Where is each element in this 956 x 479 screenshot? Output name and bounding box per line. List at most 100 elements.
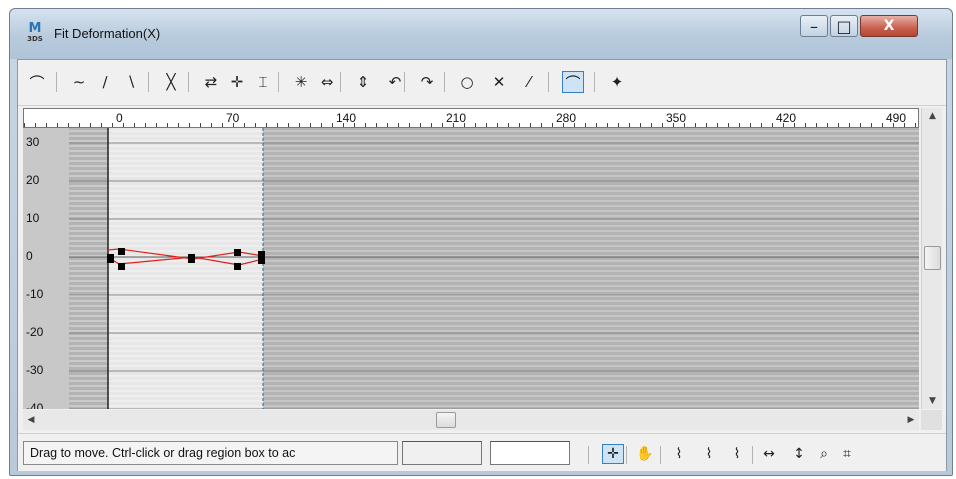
vertical-scrollbar[interactable]: ▲ ▼ — [921, 108, 942, 409]
horizontal-ruler: 0 70 140 210 280 350 420 490 — [23, 108, 919, 128]
ruler-tick — [255, 123, 256, 127]
zoom-vertical-extents-icon[interactable]: ⌇ — [726, 444, 748, 464]
generate-path-icon[interactable]: ⌒ — [562, 71, 584, 93]
maximize-button[interactable]: □ — [830, 15, 858, 37]
ruler-tick — [827, 123, 828, 127]
ruler-tick — [156, 123, 157, 127]
toolbar-separator — [148, 72, 149, 92]
ruler-tick — [112, 123, 113, 127]
ruler-tick — [629, 123, 630, 127]
horizontal-scrollbar[interactable]: ◀ ▶ — [23, 410, 919, 430]
ruler-tick — [35, 123, 36, 127]
scroll-corner — [921, 410, 942, 430]
ruler-tick — [101, 123, 102, 127]
mirror-horizontally-icon[interactable]: ⇔ — [316, 71, 338, 93]
client-area: ⌒ ∼ ∕ ∖ ╳ ⇄ ✛ ⌶ ✳ ⇔ ⇕ ↶ ↷ ○ ✕ ⁄ ⌒ ✦ 0 70 140 210 280 350 420 490… — [17, 59, 947, 471]
status-message: Drag to move. Ctrl-click or drag region … — [23, 441, 398, 465]
rotate-90-ccw-icon[interactable]: ↶ — [384, 71, 406, 93]
ruler-tick — [552, 123, 553, 127]
zoom-extents-icon[interactable]: ⌇ — [668, 444, 690, 464]
scroll-down-icon[interactable]: ▼ — [922, 393, 943, 409]
status-separator — [752, 446, 753, 464]
ruler-tick — [882, 123, 883, 127]
ruler-tick — [530, 123, 531, 127]
insert-bezier-point-icon[interactable]: ✳ — [290, 71, 312, 93]
ruler-tick — [409, 123, 410, 127]
scale-control-point-icon[interactable]: ⌶ — [252, 71, 274, 93]
make-symmetrical-icon[interactable]: ∼ — [68, 71, 90, 93]
ruler-tick — [849, 123, 850, 127]
ruler-tick — [838, 123, 839, 127]
ruler-label: 70 — [226, 111, 240, 125]
display-xy-axes-icon[interactable]: ╳ — [160, 71, 182, 93]
close-button[interactable]: X — [860, 15, 918, 37]
ruler-label: 350 — [666, 111, 687, 125]
graph-canvas[interactable] — [23, 128, 919, 409]
ruler-tick — [717, 123, 718, 127]
ruler-tick — [79, 123, 80, 127]
ruler-tick — [585, 123, 586, 127]
pan-hand-icon[interactable]: ✋ — [634, 444, 656, 464]
fit-deformation-window: M 3DS Fit Deformation(X) – □ X ⌒ ∼ ∕ ∖ ╳ ⇄ ✛ ⌶ ✳… — [9, 8, 953, 476]
minimize-icon: – — [810, 16, 818, 36]
display-y-axis-icon[interactable]: ∖ — [120, 71, 142, 93]
point-value-field-1[interactable] — [402, 441, 482, 465]
delete-control-point-icon[interactable]: ○ — [456, 71, 478, 93]
deformation-toolbar: ⌒ ∼ ∕ ∖ ╳ ⇄ ✛ ⌶ ✳ ⇔ ⇕ ↶ ↷ ○ ✕ ⁄ ⌒ ✦ — [18, 60, 946, 106]
mirror-vertically-icon[interactable]: ⇕ — [352, 71, 374, 93]
title-bar[interactable]: M 3DS Fit Deformation(X) – □ X — [10, 9, 952, 59]
scroll-up-icon[interactable]: ▲ — [922, 108, 943, 124]
ruler-tick — [332, 123, 333, 127]
status-separator — [626, 446, 627, 464]
toolbar-separator — [548, 72, 549, 92]
ruler-tick — [244, 123, 245, 127]
swap-deform-curves-icon[interactable]: ⇄ — [200, 71, 222, 93]
horizontal-scroll-thumb[interactable] — [436, 412, 456, 428]
ruler-tick — [123, 123, 124, 127]
ruler-tick — [288, 123, 289, 127]
ruler-tick — [167, 123, 168, 127]
rotate-90-cw-icon[interactable]: ↷ — [416, 71, 438, 93]
ruler-tick — [431, 123, 432, 127]
toolbar-separator — [340, 72, 341, 92]
ruler-tick — [508, 123, 509, 127]
toolbar-separator — [404, 72, 405, 92]
ruler-tick — [189, 123, 190, 127]
get-shape-icon[interactable]: ⁄ — [518, 71, 540, 93]
ruler-tick — [299, 123, 300, 127]
zoom-vertically-icon[interactable]: ↕ — [788, 444, 810, 464]
ruler-tick — [706, 123, 707, 127]
reset-curve-icon[interactable]: ✕ — [488, 71, 510, 93]
ruler-tick — [607, 123, 608, 127]
ruler-tick — [541, 123, 542, 127]
ruler-tick — [772, 123, 773, 127]
toolbar-separator — [188, 72, 189, 92]
ruler-tick — [68, 123, 69, 127]
vertical-scroll-thumb[interactable] — [924, 246, 941, 270]
lock-aspect-icon[interactable]: ✦ — [606, 71, 628, 93]
ruler-tick — [398, 123, 399, 127]
zoom-icon[interactable]: ⌕ — [813, 444, 835, 464]
minimize-button[interactable]: – — [800, 15, 828, 37]
move-control-point-icon[interactable]: ✛ — [226, 71, 248, 93]
zoom-horizontal-extents-icon[interactable]: ⌇ — [698, 444, 720, 464]
insert-corner-point-icon[interactable]: ⌒ — [26, 71, 48, 93]
status-separator — [660, 446, 661, 464]
ruler-tick — [695, 123, 696, 127]
ruler-tick — [871, 123, 872, 127]
ruler-tick — [618, 123, 619, 127]
ruler-tick — [387, 123, 388, 127]
ruler-tick — [640, 123, 641, 127]
zoom-horizontally-icon[interactable]: ↔ — [758, 444, 780, 464]
status-bar: Drag to move. Ctrl-click or drag region … — [18, 433, 946, 471]
ruler-label: 490 — [886, 111, 907, 125]
lock-aspect-pan-icon[interactable]: ✛ — [602, 444, 624, 464]
deformation-graph[interactable]: 30 20 10 0 -10 -20 -30 -40 — [23, 128, 919, 409]
display-x-axis-icon[interactable]: ∕ — [94, 71, 116, 93]
zoom-region-icon[interactable]: ⌗ — [836, 444, 858, 464]
toolbar-separator — [56, 72, 57, 92]
scroll-right-icon[interactable]: ▶ — [903, 410, 919, 430]
scroll-left-icon[interactable]: ◀ — [23, 410, 39, 430]
control-point — [118, 248, 125, 255]
point-value-field-2[interactable] — [490, 441, 570, 465]
